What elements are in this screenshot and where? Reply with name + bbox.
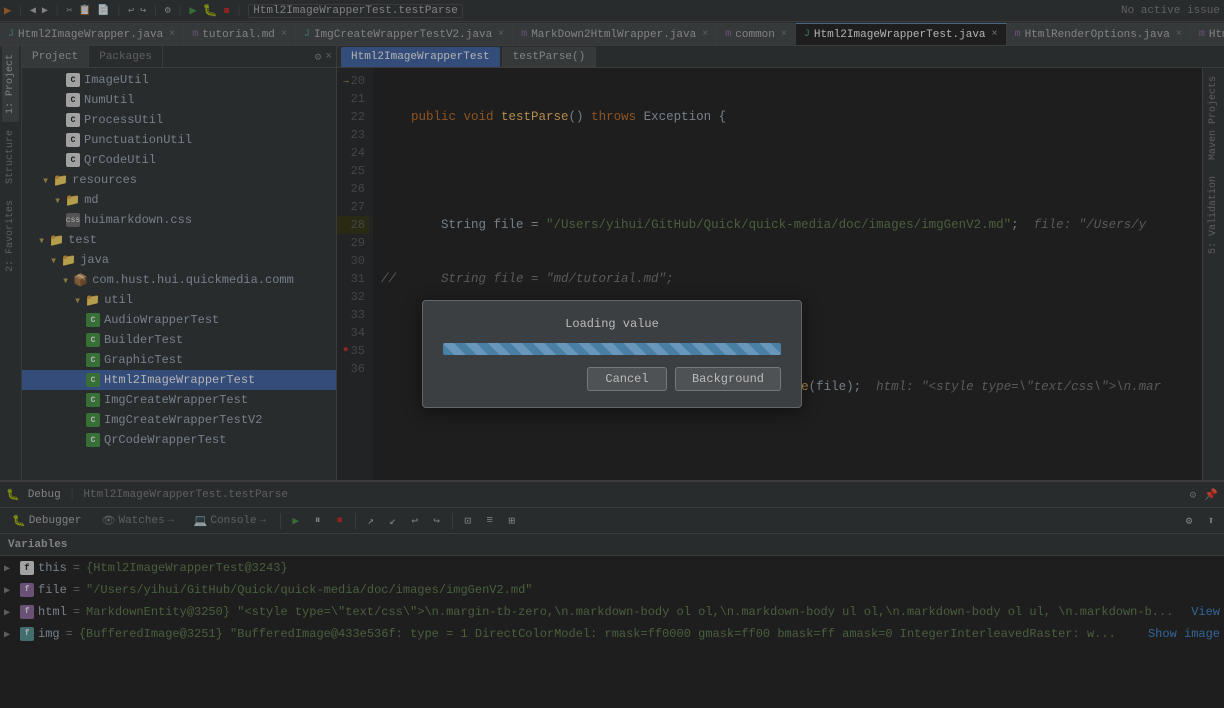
background-button[interactable]: Background — [675, 367, 781, 391]
loading-dialog: Loading value Cancel Background — [422, 300, 802, 408]
modal-overlay: Loading value Cancel Background — [0, 0, 1224, 708]
modal-title: Loading value — [443, 317, 781, 331]
modal-buttons: Cancel Background — [443, 367, 781, 391]
modal-progress-bar — [443, 343, 781, 355]
modal-progress-fill — [443, 343, 781, 355]
cancel-button[interactable]: Cancel — [587, 367, 667, 391]
